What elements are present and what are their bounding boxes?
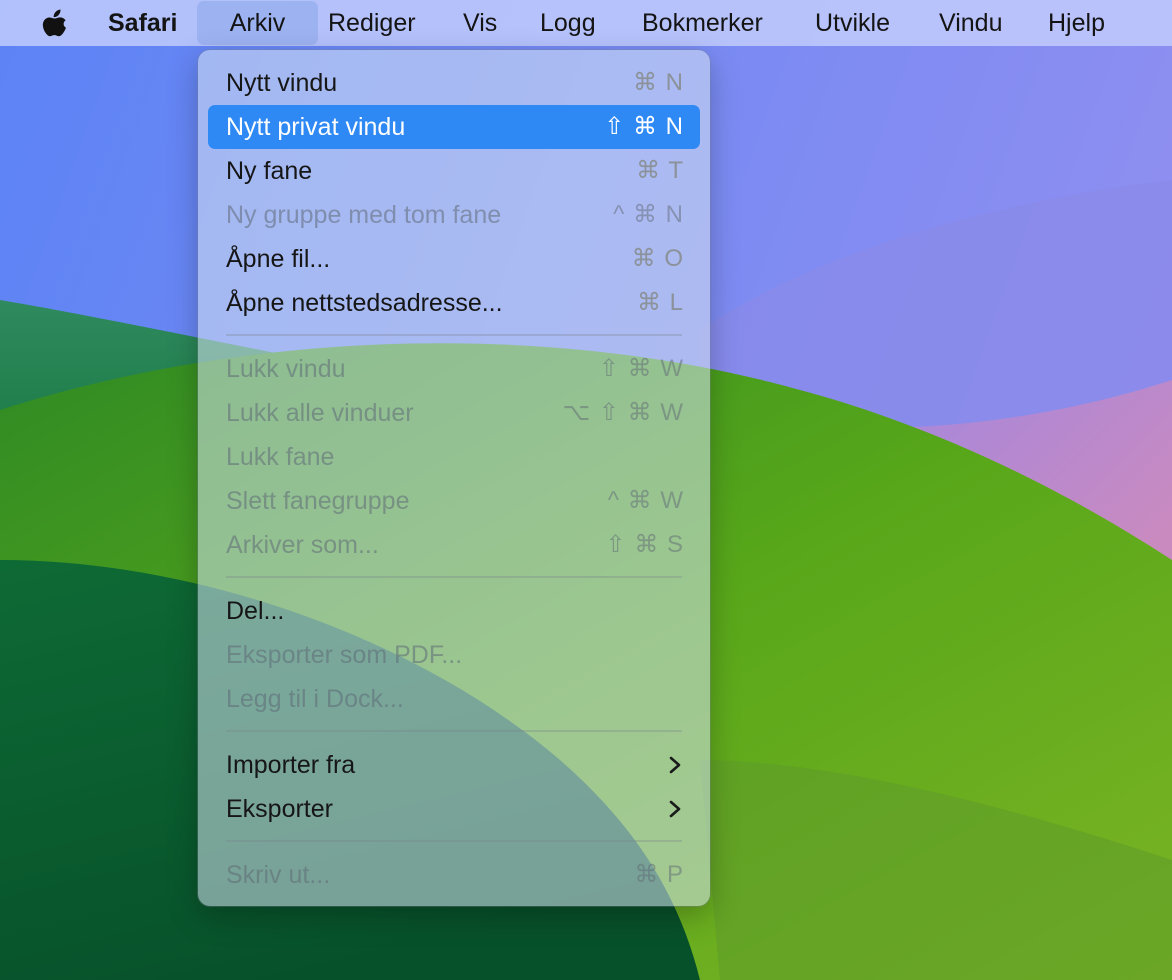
menu-item-shortcut: ^ ⌘ W [607,487,684,514]
menubar-item-rediger[interactable]: Rediger [328,0,416,46]
menubar-item-arkiv[interactable]: Arkiv [197,1,318,45]
menu-item-new-window[interactable]: Nytt vindu ⌘ N [208,61,700,105]
menu-item-new-tab-group[interactable]: Ny gruppe med tom fane ^ ⌘ N [208,193,700,237]
menu-item-share[interactable]: Del... [208,589,700,633]
menu-item-open-location[interactable]: Åpne nettstedsadresse... ⌘ L [208,281,700,325]
menubar-item-vis[interactable]: Vis [463,0,497,46]
menu-separator [226,334,682,336]
menu-bar: Safari Arkiv Rediger Vis Logg Bokmerker … [0,0,1172,46]
menubar-item-vindu[interactable]: Vindu [939,0,1003,46]
menu-item-save-as[interactable]: Arkiver som... ⇧ ⌘ S [208,523,700,567]
chevron-right-icon [669,800,681,818]
menu-item-print[interactable]: Skriv ut... ⌘ P [208,853,700,897]
menu-item-new-private-window[interactable]: Nytt privat vindu ⇧ ⌘ N [208,105,700,149]
menu-item-label: Åpne nettstedsadresse... [226,289,503,317]
menu-item-label: Lukk vindu [226,355,346,383]
menu-item-label: Legg til i Dock... [226,685,404,713]
menu-item-label: Lukk alle vinduer [226,399,414,427]
chevron-right-icon [669,756,681,774]
apple-logo-icon[interactable] [39,7,71,41]
menu-item-shortcut: ⇧ ⌘ S [605,531,684,558]
desktop: Safari Arkiv Rediger Vis Logg Bokmerker … [0,0,1172,980]
menubar-item-logg[interactable]: Logg [540,0,596,46]
menu-item-shortcut: ⌘ T [636,157,684,184]
menu-item-label: Arkiver som... [226,531,379,559]
menu-item-shortcut: ⌘ L [636,289,684,316]
menu-item-add-to-dock[interactable]: Legg til i Dock... [208,677,700,721]
menu-item-shortcut: ⇧ ⌘ W [598,355,684,382]
menu-item-export-pdf[interactable]: Eksporter som PDF... [208,633,700,677]
menu-item-label: Ny gruppe med tom fane [226,201,502,229]
menu-item-shortcut: ⌘ P [634,861,684,888]
menu-item-label: Åpne fil... [226,245,331,273]
menubar-app-name[interactable]: Safari [108,0,177,46]
menu-item-shortcut: ⌘ N [633,69,684,96]
menu-item-label: Lukk fane [226,443,335,471]
menu-item-label: Importer fra [226,751,356,779]
menu-item-export[interactable]: Eksporter [208,787,700,831]
menu-separator [226,730,682,732]
menu-item-import-from[interactable]: Importer fra [208,743,700,787]
menu-item-label: Slett fanegruppe [226,487,410,515]
menu-item-close-tab[interactable]: Lukk fane [208,435,700,479]
menu-item-shortcut: ⌘ O [631,245,684,272]
menubar-item-bokmerker[interactable]: Bokmerker [642,0,763,46]
menu-separator [226,576,682,578]
menu-item-close-all-windows[interactable]: Lukk alle vinduer ⌥ ⇧ ⌘ W [208,391,700,435]
menubar-item-utvikle[interactable]: Utvikle [815,0,890,46]
file-menu-dropdown: Nytt vindu ⌘ N Nytt privat vindu ⇧ ⌘ N N… [198,50,710,906]
menu-item-open-file[interactable]: Åpne fil... ⌘ O [208,237,700,281]
menu-item-label: Eksporter som PDF... [226,641,463,669]
menu-item-shortcut: ⌥ ⇧ ⌘ W [562,399,684,426]
menu-item-shortcut: ^ ⌘ N [613,201,684,228]
menu-item-new-tab[interactable]: Ny fane ⌘ T [208,149,700,193]
menu-separator [226,840,682,842]
menu-item-close-window[interactable]: Lukk vindu ⇧ ⌘ W [208,347,700,391]
menu-item-label: Skriv ut... [226,861,331,889]
menu-item-label: Ny fane [226,157,313,185]
menu-item-label: Nytt vindu [226,69,338,97]
menubar-item-hjelp[interactable]: Hjelp [1048,0,1105,46]
menu-item-label: Eksporter [226,795,333,823]
menu-item-label: Del... [226,597,285,625]
menu-item-delete-tab-group[interactable]: Slett fanegruppe ^ ⌘ W [208,479,700,523]
menu-item-label: Nytt privat vindu [226,113,406,141]
menu-item-shortcut: ⇧ ⌘ N [604,113,684,140]
